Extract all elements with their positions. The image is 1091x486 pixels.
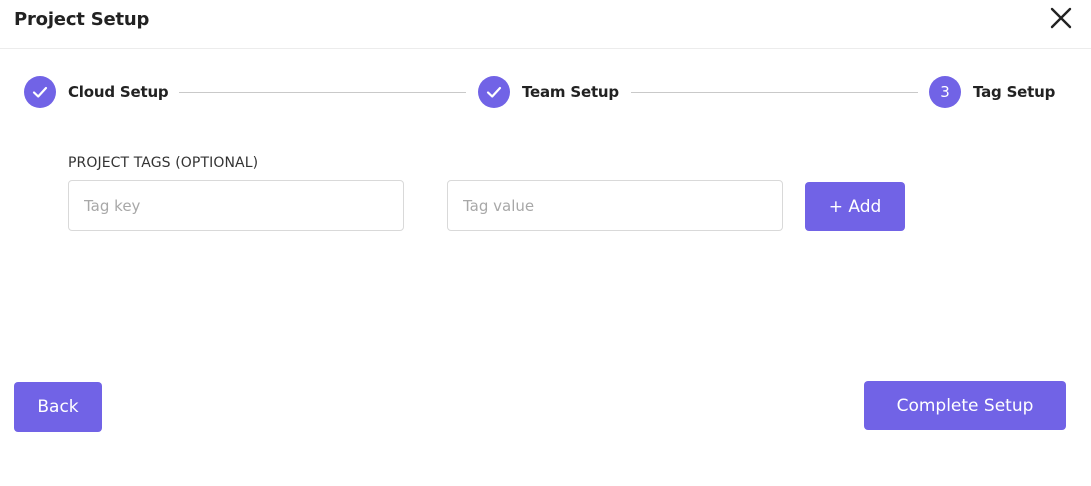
step-tag-setup: 3 Tag Setup (929, 76, 1055, 108)
check-icon (486, 86, 502, 98)
step-cloud-setup: Cloud Setup (24, 76, 169, 108)
step-label: Tag Setup (973, 83, 1056, 101)
dialog-header: Project Setup (0, 0, 1091, 49)
step-team-setup: Team Setup (478, 76, 619, 108)
dialog-title: Project Setup (14, 9, 150, 30)
close-icon (1050, 7, 1072, 29)
step-number-indicator: 3 (929, 76, 961, 108)
project-setup-dialog: Project Setup Cloud Setup Team Setup 3 T… (0, 0, 1091, 486)
step-label: Team Setup (522, 83, 619, 101)
step-completed-indicator (24, 76, 56, 108)
tag-key-input[interactable] (68, 180, 404, 231)
back-button[interactable]: Back (14, 382, 102, 432)
complete-setup-button[interactable]: Complete Setup (864, 381, 1066, 430)
check-icon (32, 86, 48, 98)
step-connector (179, 92, 466, 93)
tag-value-input[interactable] (447, 180, 783, 231)
add-tag-button[interactable]: + Add (805, 182, 905, 231)
project-tags-label: PROJECT TAGS (OPTIONAL) (68, 155, 259, 171)
close-button[interactable] (1048, 5, 1074, 31)
step-label: Cloud Setup (68, 83, 169, 101)
step-completed-indicator (478, 76, 510, 108)
step-connector (631, 92, 918, 93)
